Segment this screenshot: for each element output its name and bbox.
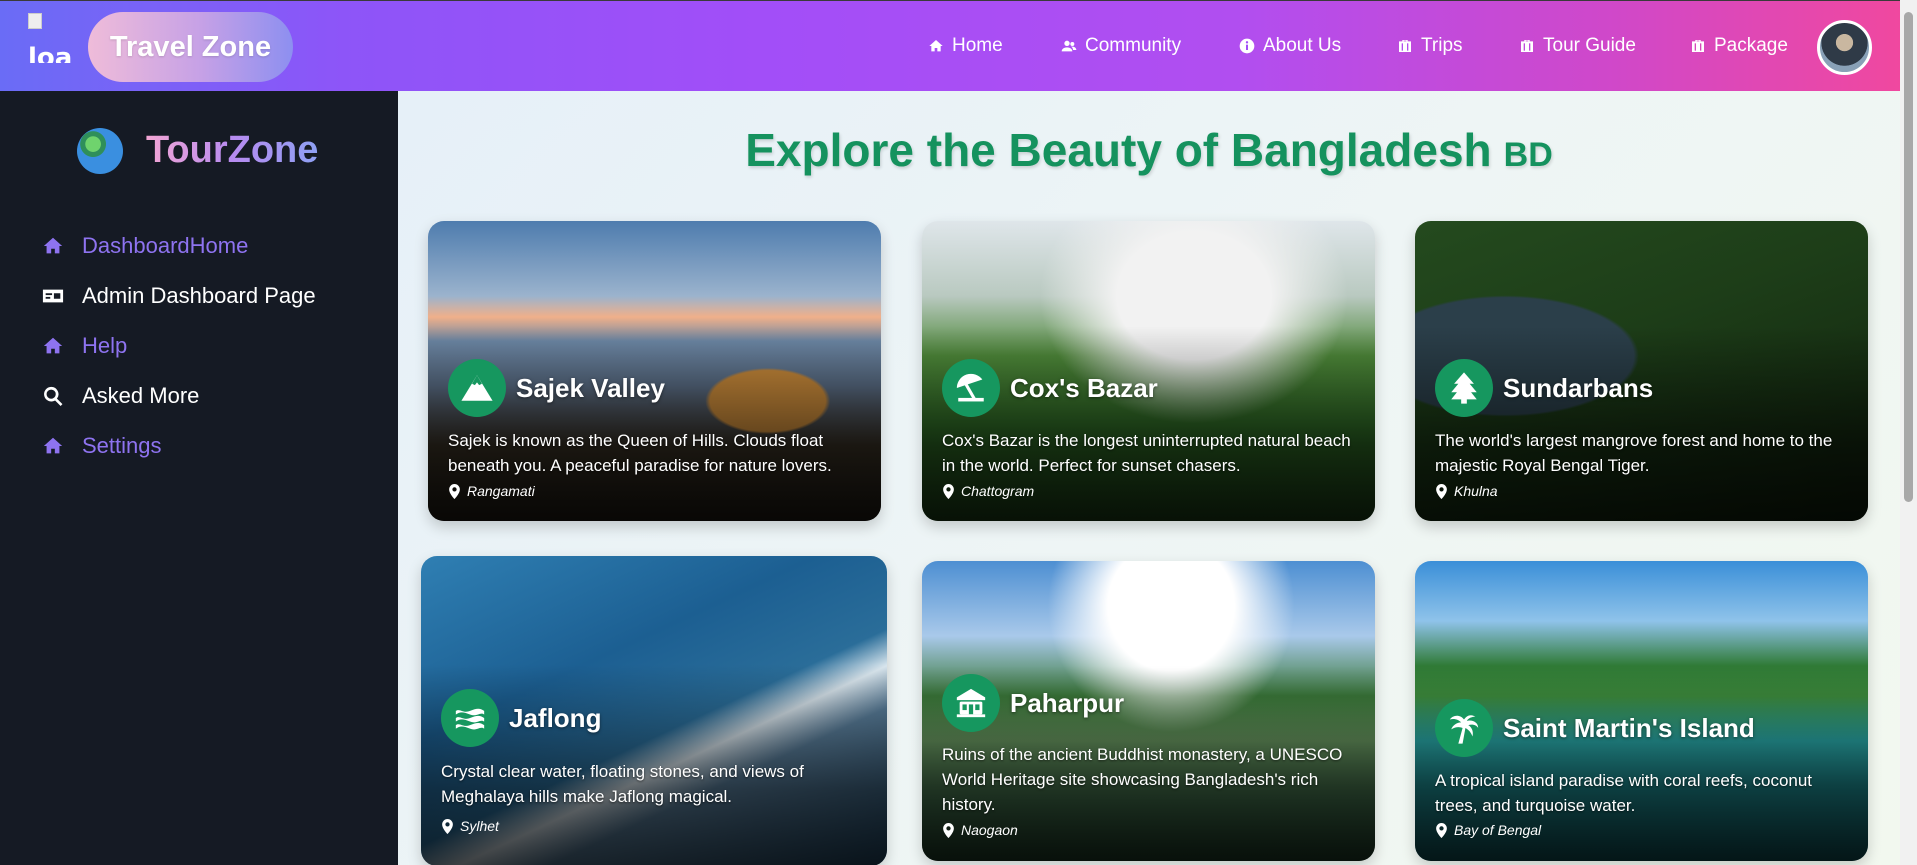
water-icon: [441, 689, 499, 747]
card-title: Saint Martin's Island: [1503, 712, 1755, 743]
sidebar-brand[interactable]: TourZone: [146, 129, 318, 172]
tree-icon: [1435, 359, 1493, 417]
sidebar: TourZone DashboardHome Admin Dashboard P…: [0, 91, 398, 865]
globe-icon: [77, 128, 123, 174]
home-icon: [929, 40, 943, 52]
brand-logo[interactable]: Travel Zone: [88, 12, 293, 82]
card-title: Cox's Bazar: [1010, 372, 1158, 403]
map-pin-icon: [449, 483, 460, 499]
nav-trips[interactable]: Trips: [1397, 35, 1463, 57]
destination-card-coxs-bazar[interactable]: Cox's Bazar Cox's Bazar is the longest u…: [922, 221, 1375, 521]
card-description: Ruins of the ancient Buddhist monastery,…: [942, 745, 1343, 814]
map-pin-icon: [1436, 483, 1447, 499]
umbrella-beach-icon: [942, 359, 1000, 417]
card-location: Rangamati: [448, 483, 535, 499]
id-card-icon: [42, 289, 64, 303]
user-avatar[interactable]: [1817, 20, 1872, 75]
card-title: Paharpur: [1010, 687, 1125, 718]
palm-tree-icon: [1435, 699, 1493, 757]
users-icon: [1061, 40, 1077, 52]
scrollbar-thumb[interactable]: [1904, 12, 1913, 502]
card-title: Sundarbans: [1503, 372, 1654, 403]
nav-tour-guide[interactable]: Tour Guide: [1519, 35, 1636, 57]
card-description: The world's largest mangrove forest and …: [1435, 431, 1833, 475]
nav-community[interactable]: Community: [1061, 35, 1181, 57]
card-description: A tropical island paradise with coral re…: [1435, 771, 1813, 815]
sidebar-item-settings[interactable]: Settings: [42, 433, 162, 459]
top-navbar: loa Travel Zone Home Community About Us …: [0, 0, 1900, 91]
card-location: Chattogram: [942, 483, 1034, 499]
briefcase-icon: [1521, 40, 1533, 52]
map-pin-icon: [1436, 822, 1447, 838]
destination-card-paharpur[interactable]: Paharpur Ruins of the ancient Buddhist m…: [922, 561, 1375, 861]
landmark-icon: [942, 674, 1000, 732]
home-icon: [43, 437, 63, 454]
card-location: Khulna: [1435, 483, 1498, 499]
card-location: Sylhet: [441, 818, 499, 834]
search-icon: [44, 386, 63, 406]
card-description: Crystal clear water, floating stones, an…: [441, 762, 804, 806]
home-icon: [43, 237, 63, 254]
nav-home[interactable]: Home: [928, 35, 1003, 57]
flag-label: BD: [1503, 136, 1553, 174]
briefcase-icon: [1692, 40, 1704, 52]
destination-card-sundarbans[interactable]: Sundarbans The world's largest mangrove …: [1415, 221, 1868, 521]
card-title: Sajek Valley: [516, 372, 665, 403]
map-pin-icon: [943, 822, 954, 838]
nav-about-us[interactable]: About Us: [1239, 35, 1341, 57]
info-icon: [1239, 38, 1255, 54]
destination-card-jaflong[interactable]: Jaflong Crystal clear water, floating st…: [421, 556, 887, 865]
mountain-icon: [448, 359, 506, 417]
page-title: Explore the Beauty of Bangladesh BD: [745, 124, 1553, 176]
map-pin-icon: [943, 483, 954, 499]
sidebar-item-help[interactable]: Help: [42, 333, 127, 359]
card-description: Sajek is known as the Queen of Hills. Cl…: [448, 431, 832, 475]
card-title: Jaflong: [509, 702, 602, 733]
logo-image[interactable]: loa: [28, 13, 78, 63]
sidebar-item-dashboard-home[interactable]: DashboardHome: [42, 233, 248, 259]
destination-card-sajek[interactable]: Sajek Valley Sajek is known as the Queen…: [428, 221, 881, 521]
home-icon: [43, 337, 63, 354]
card-location: Naogaon: [942, 822, 1018, 838]
main-content: Explore the Beauty of Bangladesh BD Sajek…: [398, 91, 1900, 865]
card-description: Cox's Bazar is the longest uninterrupted…: [942, 431, 1351, 475]
destination-card-saint-martins[interactable]: Saint Martin's Island A tropical island …: [1415, 561, 1868, 861]
briefcase-icon: [1399, 40, 1411, 52]
nav-package[interactable]: Package: [1690, 35, 1788, 57]
card-location: Bay of Bengal: [1435, 822, 1541, 838]
sidebar-item-admin-dashboard[interactable]: Admin Dashboard Page: [42, 283, 316, 309]
map-pin-icon: [442, 818, 453, 834]
sidebar-item-asked-more[interactable]: Asked More: [42, 383, 199, 409]
